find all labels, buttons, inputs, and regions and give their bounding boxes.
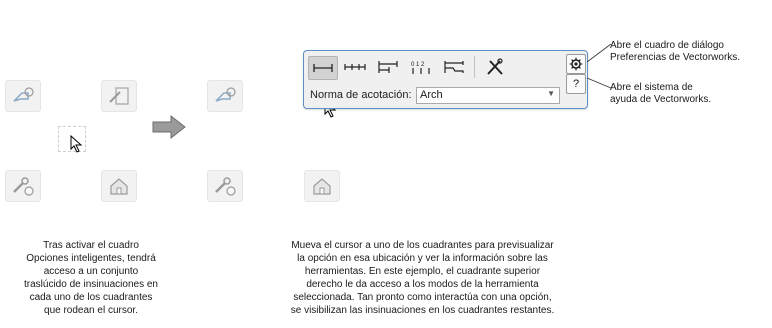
wrench-clock-icon <box>215 177 236 196</box>
dimension-standard-value: Arch <box>420 89 443 101</box>
mode-baseline-dimension-button[interactable] <box>374 56 402 78</box>
home-icon <box>313 178 331 195</box>
chain-dimension-icon <box>344 64 366 70</box>
mode-cumulative-dimension-button[interactable] <box>440 56 468 78</box>
tool-preferences-button[interactable] <box>481 56 509 78</box>
quadrant-top-right-modes[interactable] <box>101 80 137 112</box>
svg-text:0 1 2: 0 1 2 <box>411 62 425 68</box>
quadrant-bottom-left-recent-preview[interactable] <box>207 170 243 202</box>
tool-modes-icon <box>109 87 129 105</box>
wrench-clock-icon <box>13 177 34 196</box>
snap-icon <box>13 87 34 102</box>
caption-right: Mueva el cursor a uno de los cuadrantes … <box>290 240 555 316</box>
linear-dimension-icon <box>313 64 333 72</box>
snap-icon <box>215 87 236 102</box>
cumulative-dimension-icon <box>444 61 464 73</box>
quadrant-bottom-right-home[interactable] <box>101 170 137 202</box>
mode-chain-dimension-button[interactable] <box>341 56 369 78</box>
chevron-down-icon: ▼ <box>547 89 555 98</box>
ordinate-dimension-icon: 0 1 2 <box>411 62 430 74</box>
caption-left: Tras activar el cuadro Opciones intelige… <box>24 240 158 316</box>
toolbar-separator <box>474 56 475 78</box>
quadrant-top-left-snap-preview[interactable] <box>207 80 243 112</box>
wrench-screwdriver-icon <box>487 58 503 75</box>
dimension-standard-select[interactable]: Arch ▼ <box>416 87 560 104</box>
callout-help: Abre el sistema de ayuda de Vectorworks. <box>610 82 712 105</box>
callout-preferences: Abre el cuadro de diálogo Preferencias d… <box>610 40 741 63</box>
mouse-cursor-icon <box>70 135 83 153</box>
mode-ordinate-dimension-button[interactable]: 0 1 2 <box>407 56 435 78</box>
mode-constrained-linear-button[interactable] <box>308 56 338 80</box>
right-arrow-icon <box>152 114 186 140</box>
help-icon: ? <box>572 78 580 90</box>
home-icon <box>110 178 128 195</box>
baseline-dimension-icon <box>378 61 398 73</box>
quadrant-bottom-right-home-preview[interactable] <box>304 170 340 202</box>
gear-icon <box>569 57 583 71</box>
dimension-standard-label: Norma de acotación: <box>310 89 412 101</box>
tool-modes-panel: 0 1 2 ? Norma de acotación: Arch ▼ <box>303 50 588 109</box>
quadrant-top-left-snap[interactable] <box>5 80 41 112</box>
help-button[interactable]: ? <box>566 74 586 94</box>
quadrant-bottom-left-recent[interactable] <box>5 170 41 202</box>
settings-button[interactable] <box>566 54 586 74</box>
